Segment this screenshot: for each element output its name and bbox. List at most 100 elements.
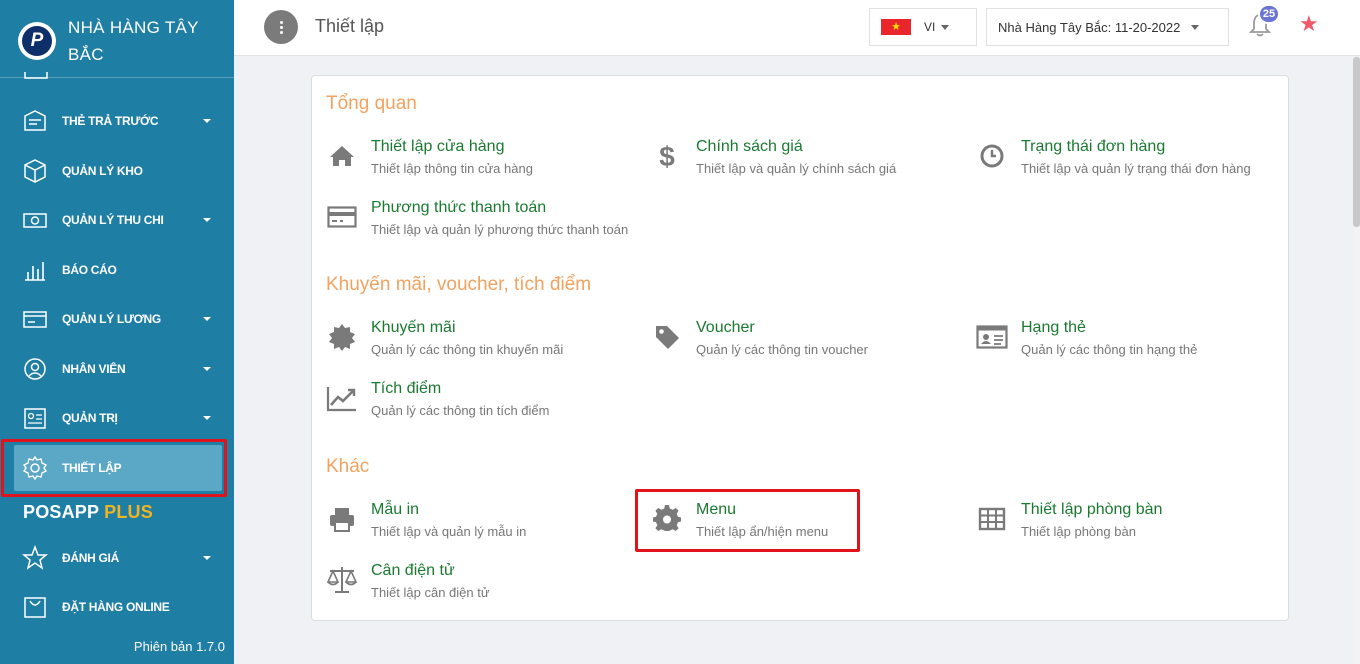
more-options-icon[interactable]	[264, 10, 298, 44]
sidebar-item-warehouse[interactable]: QUẢN LÝ KHO	[0, 151, 234, 191]
setting-title: Khuyến mãi	[371, 319, 456, 336]
setting-desc: Thiết lập và quản lý mẫu in	[371, 524, 527, 539]
setting-title: Cân điện tử	[371, 562, 455, 579]
setting-title: Mẫu in	[371, 501, 420, 518]
setting-voucher[interactable]: Voucher Quản lý các thông tin voucher	[637, 319, 957, 375]
settings-card: Tổng quan Thiết lập cửa hàng Thiết lập t…	[311, 75, 1289, 621]
sidebar-item-prepaid-card[interactable]: THẺ TRẢ TRƯỚC	[0, 101, 234, 141]
chevron-down-icon	[941, 25, 949, 30]
scrollbar-thumb[interactable]	[1353, 57, 1360, 227]
setting-print-template[interactable]: Mẫu in Thiết lập và quản lý mẫu in	[312, 501, 632, 557]
sidebar-item-admin[interactable]: QUẢN TRỊ	[0, 398, 234, 438]
setting-title: Voucher	[696, 319, 755, 336]
setting-loyalty-points[interactable]: Tích điểm Quản lý các thông tin tích điể…	[312, 380, 632, 436]
sidebar-item-rating[interactable]: ĐÁNH GIÁ	[0, 538, 234, 578]
language-value: VI	[924, 20, 936, 34]
setting-price-policy[interactable]: $ Chính sách giá Thiết lập và quản lý ch…	[637, 138, 957, 194]
sidebar-item-online-order[interactable]: ĐẶT HÀNG ONLINE	[0, 587, 234, 627]
warehouse-box-icon	[22, 158, 48, 184]
store-select-value: Nhà Hàng Tây Bắc: 11-20-2022	[998, 20, 1181, 35]
language-select[interactable]: ★ VI	[869, 8, 977, 46]
sidebar-item-label: BÁO CÁO	[62, 263, 117, 277]
brand-name: NHÀ HÀNG TÂY BẮC	[68, 18, 199, 64]
home-icon	[326, 140, 358, 172]
setting-desc: Thiết lập cân điện tử	[371, 585, 490, 600]
svg-text:$: $	[659, 141, 675, 172]
setting-desc: Quản lý các thông tin tích điểm	[371, 403, 550, 418]
notification-badge: 25	[1258, 4, 1280, 24]
posapp-text: POSAPP	[23, 502, 99, 522]
brand-header[interactable]: P NHÀ HÀNG TÂY BẮC	[0, 0, 234, 78]
setting-desc: Quản lý các thông tin voucher	[696, 342, 868, 357]
menu-highlight-box	[635, 489, 860, 552]
store-select[interactable]: Nhà Hàng Tây Bắc: 11-20-2022	[986, 8, 1229, 46]
sidebar: P NHÀ HÀNG TÂY BẮC THẺ TRẢ TRƯỚC QUẢN LÝ…	[0, 0, 234, 664]
sidebar-item-label: ĐÁNH GIÁ	[62, 551, 119, 565]
sidebar-item-label: NHÂN VIÊN	[62, 362, 126, 376]
highlight-box	[1, 439, 227, 497]
star-outline-icon	[22, 545, 48, 571]
chevron-down-icon	[203, 367, 211, 371]
setting-desc: Thiết lập và quản lý phương thức thanh t…	[371, 222, 629, 237]
setting-promotion[interactable]: Khuyến mãi Quản lý các thông tin khuyến …	[312, 319, 632, 375]
setting-room-table[interactable]: Thiết lập phòng bàn Thiết lập phòng bàn	[962, 501, 1282, 557]
setting-title: Thiết lập cửa hàng	[371, 138, 505, 155]
top-header: Thiết lập ★ VI Nhà Hàng Tây Bắc: 11-20-2…	[234, 0, 1360, 56]
favorite-star-icon[interactable]: ★	[1299, 11, 1319, 37]
user-icon	[22, 356, 48, 382]
setting-electronic-scale[interactable]: Cân điện tử Thiết lập cân điện tử	[312, 562, 632, 618]
chevron-down-icon	[1191, 25, 1199, 30]
setting-card-tier[interactable]: Hạng thẻ Quản lý các thông tin hạng thẻ	[962, 319, 1282, 375]
chevron-down-icon	[203, 556, 211, 560]
setting-title: Phương thức thanh toán	[371, 199, 547, 216]
sidebar-item-staff[interactable]: NHÂN VIÊN	[0, 349, 234, 389]
clock-icon	[976, 140, 1008, 172]
sidebar-item-label: QUẢN LÝ THU CHI	[62, 213, 164, 227]
scrollbar[interactable]	[1353, 57, 1360, 664]
setting-title: Thiết lập phòng bàn	[1021, 501, 1163, 518]
sidebar-item-finance[interactable]: QUẢN LÝ THU CHI	[0, 200, 234, 240]
partial-menu-icon	[24, 72, 48, 79]
posapp-plus-logo: POSAPP PLUS	[23, 502, 153, 523]
promo-badge-icon	[326, 321, 358, 353]
setting-desc: Quản lý các thông tin hạng thẻ	[1021, 342, 1198, 357]
credit-card-icon	[326, 201, 358, 233]
section-title-overview: Tổng quan	[326, 93, 417, 114]
chevron-down-icon	[203, 317, 211, 321]
admin-id-icon	[22, 405, 48, 431]
prepaid-card-icon	[22, 108, 48, 134]
scale-icon	[326, 564, 358, 596]
payroll-card-icon	[22, 306, 48, 332]
sidebar-item-label: QUẢN LÝ KHO	[62, 164, 143, 178]
version-text: Phiên bản 1.7.0	[133, 639, 225, 654]
sidebar-item-label: QUẢN TRỊ	[62, 411, 118, 425]
setting-title: Trạng thái đơn hàng	[1021, 138, 1166, 155]
setting-desc: Thiết lập phòng bàn	[1021, 524, 1136, 539]
setting-order-status[interactable]: Trạng thái đơn hàng Thiết lập và quản lý…	[962, 138, 1282, 194]
sidebar-item-reports[interactable]: BÁO CÁO	[0, 250, 234, 290]
posapp-plus-text: PLUS	[104, 502, 153, 522]
id-card-icon	[976, 321, 1008, 353]
printer-icon	[326, 503, 358, 535]
setting-desc: Thiết lập và quản lý trạng thái đơn hàng	[1021, 161, 1251, 176]
brand-logo-letter: P	[22, 26, 52, 56]
setting-desc: Thiết lập thông tin cửa hàng	[371, 161, 533, 176]
tag-icon	[651, 321, 683, 353]
section-title-other: Khác	[326, 456, 370, 477]
trend-chart-icon	[326, 382, 358, 414]
setting-store[interactable]: Thiết lập cửa hàng Thiết lập thông tin c…	[312, 138, 632, 194]
chevron-down-icon	[203, 119, 211, 123]
setting-payment-method[interactable]: Phương thức thanh toán Thiết lập và quản…	[312, 199, 632, 255]
chevron-down-icon	[203, 416, 211, 420]
setting-desc: Thiết lập và quản lý chính sách giá	[696, 161, 897, 176]
setting-desc: Quản lý các thông tin khuyến mãi	[371, 342, 564, 357]
sidebar-item-label: ĐẶT HÀNG ONLINE	[62, 600, 170, 614]
setting-title: Tích điểm	[371, 380, 442, 397]
shopping-bag-icon	[22, 594, 48, 620]
page-title: Thiết lập	[315, 16, 385, 36]
table-grid-icon	[976, 503, 1008, 535]
vietnam-flag-icon: ★	[881, 19, 911, 35]
sidebar-item-label: QUẢN LÝ LƯƠNG	[62, 312, 161, 326]
dollar-icon: $	[651, 140, 683, 172]
sidebar-item-payroll[interactable]: QUẢN LÝ LƯƠNG	[0, 299, 234, 339]
